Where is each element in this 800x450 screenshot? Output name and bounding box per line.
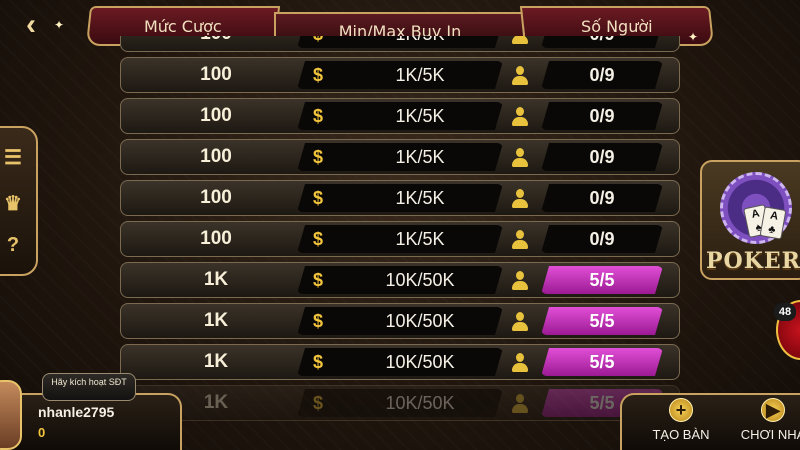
sparkle-icon: ✦ [54, 18, 65, 32]
buyin-range: 10K/50K [385, 392, 455, 413]
play-icon: ▶ [761, 398, 785, 422]
table-row[interactable]: 100 $1K/5K 0/9 [120, 139, 680, 175]
player-count: 5/5 [541, 307, 663, 335]
player-count: 0/9 [541, 143, 663, 171]
dollar-icon: $ [313, 228, 324, 249]
buyin-box: $1K/5K [297, 61, 503, 89]
table-row[interactable]: 100 $1K/5K 0/9 [120, 180, 680, 216]
user-icon [511, 148, 529, 168]
list-icon[interactable]: ☰ [2, 144, 24, 170]
user-icon [511, 189, 529, 209]
buyin-box: $1K/5K [297, 102, 503, 130]
player-count: 5/5 [541, 348, 663, 376]
dollar-icon: $ [313, 392, 324, 413]
bet-amount: 100 [141, 36, 291, 51]
bet-amount: 1K [203, 351, 229, 372]
bet-amount: 100 [200, 146, 232, 167]
user-icon [511, 271, 529, 291]
table-row[interactable]: 1K $10K/50K 5/5 [120, 385, 680, 421]
create-table-button[interactable]: + TẠO BÀN [636, 398, 726, 450]
player-count: 0/9 [541, 102, 663, 130]
activate-phone-button[interactable]: Hãy kích hoạt SĐT [42, 373, 136, 401]
buyin-range: 1K/5K [337, 36, 503, 48]
buyin-box: $10K/50K [297, 348, 503, 376]
buyin-range: 10K/50K [385, 269, 455, 290]
buyin-range: 1K/5K [395, 187, 445, 208]
poker-game-panel[interactable]: A ♠ A ♣ POKER [700, 160, 800, 280]
bet-amount: 100 [200, 228, 232, 249]
dollar-icon: $ [313, 269, 324, 290]
player-count: 0/9 [541, 184, 663, 212]
create-table-label: TẠO BÀN [652, 427, 710, 442]
header-players-label: Số Người [581, 16, 653, 36]
promo-badge: 48 [774, 303, 796, 321]
bet-amount: 1K [203, 269, 229, 290]
buyin-box: $10K/50K [297, 389, 503, 417]
bet-amount: 100 [200, 64, 232, 85]
back-button[interactable]: ‹ [14, 8, 48, 42]
user-info-panel [0, 393, 182, 450]
table-list[interactable]: 100 $1K/5K 0/9 100 $1K/5K 0/9 100 $1K/5K 0/9 100 $… [120, 36, 680, 446]
user-icon [511, 353, 529, 373]
buyin-box: $10K/50K [297, 266, 503, 294]
dollar-icon: $ [313, 351, 324, 372]
plus-icon: + [669, 398, 693, 422]
buyin-box: $10K/50K [297, 307, 503, 335]
trophy-icon[interactable]: ♛ [2, 190, 24, 216]
play-now-label: CHƠI NHA [740, 427, 800, 442]
player-count: 5/5 [541, 266, 663, 294]
bet-amount: 1K [203, 310, 229, 331]
table-row[interactable]: 1K $10K/50K 5/5 [120, 344, 680, 380]
buyin-box: $1K/5K [297, 184, 503, 212]
table-row[interactable]: 100 $1K/5K 0/9 [120, 98, 680, 134]
user-icon [511, 36, 529, 45]
help-icon[interactable]: ? [2, 232, 24, 258]
buyin-box: $1K/5K [297, 225, 503, 253]
buyin-range: 1K/5K [395, 64, 445, 85]
header-bet-label: Mức Cược [144, 16, 222, 36]
dollar-icon: $ [313, 187, 324, 208]
table-row[interactable]: 100 $1K/5K 0/9 [120, 36, 680, 52]
sparkle-icon: ✦ [688, 30, 699, 44]
user-icon [511, 66, 529, 86]
player-count: 0/9 [541, 61, 663, 89]
player-count: 0/9 [541, 225, 663, 253]
buyin-box: $1K/5K [297, 36, 503, 48]
table-row[interactable]: 1K $10K/50K 5/5 [120, 262, 680, 298]
user-icon [511, 312, 529, 332]
buyin-range: 10K/50K [385, 310, 455, 331]
user-icon [511, 394, 529, 414]
dollar-icon: $ [313, 146, 324, 167]
dollar-icon: $ [313, 36, 323, 48]
player-count: 0/9 [541, 36, 663, 48]
table-row[interactable]: 100 $1K/5K 0/9 [120, 221, 680, 257]
poker-label: POKER [706, 248, 800, 274]
side-menu: ☰ ♛ ? [0, 126, 38, 276]
buyin-range: 1K/5K [395, 105, 445, 126]
username: nhanle2795 [38, 404, 115, 420]
table-row[interactable]: 1K $10K/50K 5/5 [120, 303, 680, 339]
back-chevron-icon: ‹ [26, 8, 36, 41]
dollar-icon: $ [313, 310, 324, 331]
bet-amount: 100 [200, 187, 232, 208]
dollar-icon: $ [313, 64, 324, 85]
user-icon [511, 230, 529, 250]
buyin-range: 1K/5K [395, 146, 445, 167]
buyin-range: 1K/5K [395, 228, 445, 249]
dollar-icon: $ [313, 105, 324, 126]
buyin-box: $1K/5K [297, 143, 503, 171]
user-icon [511, 107, 529, 127]
bet-amount: 100 [200, 105, 232, 126]
card-icon: A ♣ [759, 206, 787, 240]
play-now-button[interactable]: ▶ CHƠI NHA [728, 398, 800, 450]
table-row[interactable]: 100 $1K/5K 0/9 [120, 57, 680, 93]
avatar[interactable] [0, 380, 22, 450]
buyin-range: 10K/50K [385, 351, 455, 372]
balance: 0 [38, 425, 46, 440]
